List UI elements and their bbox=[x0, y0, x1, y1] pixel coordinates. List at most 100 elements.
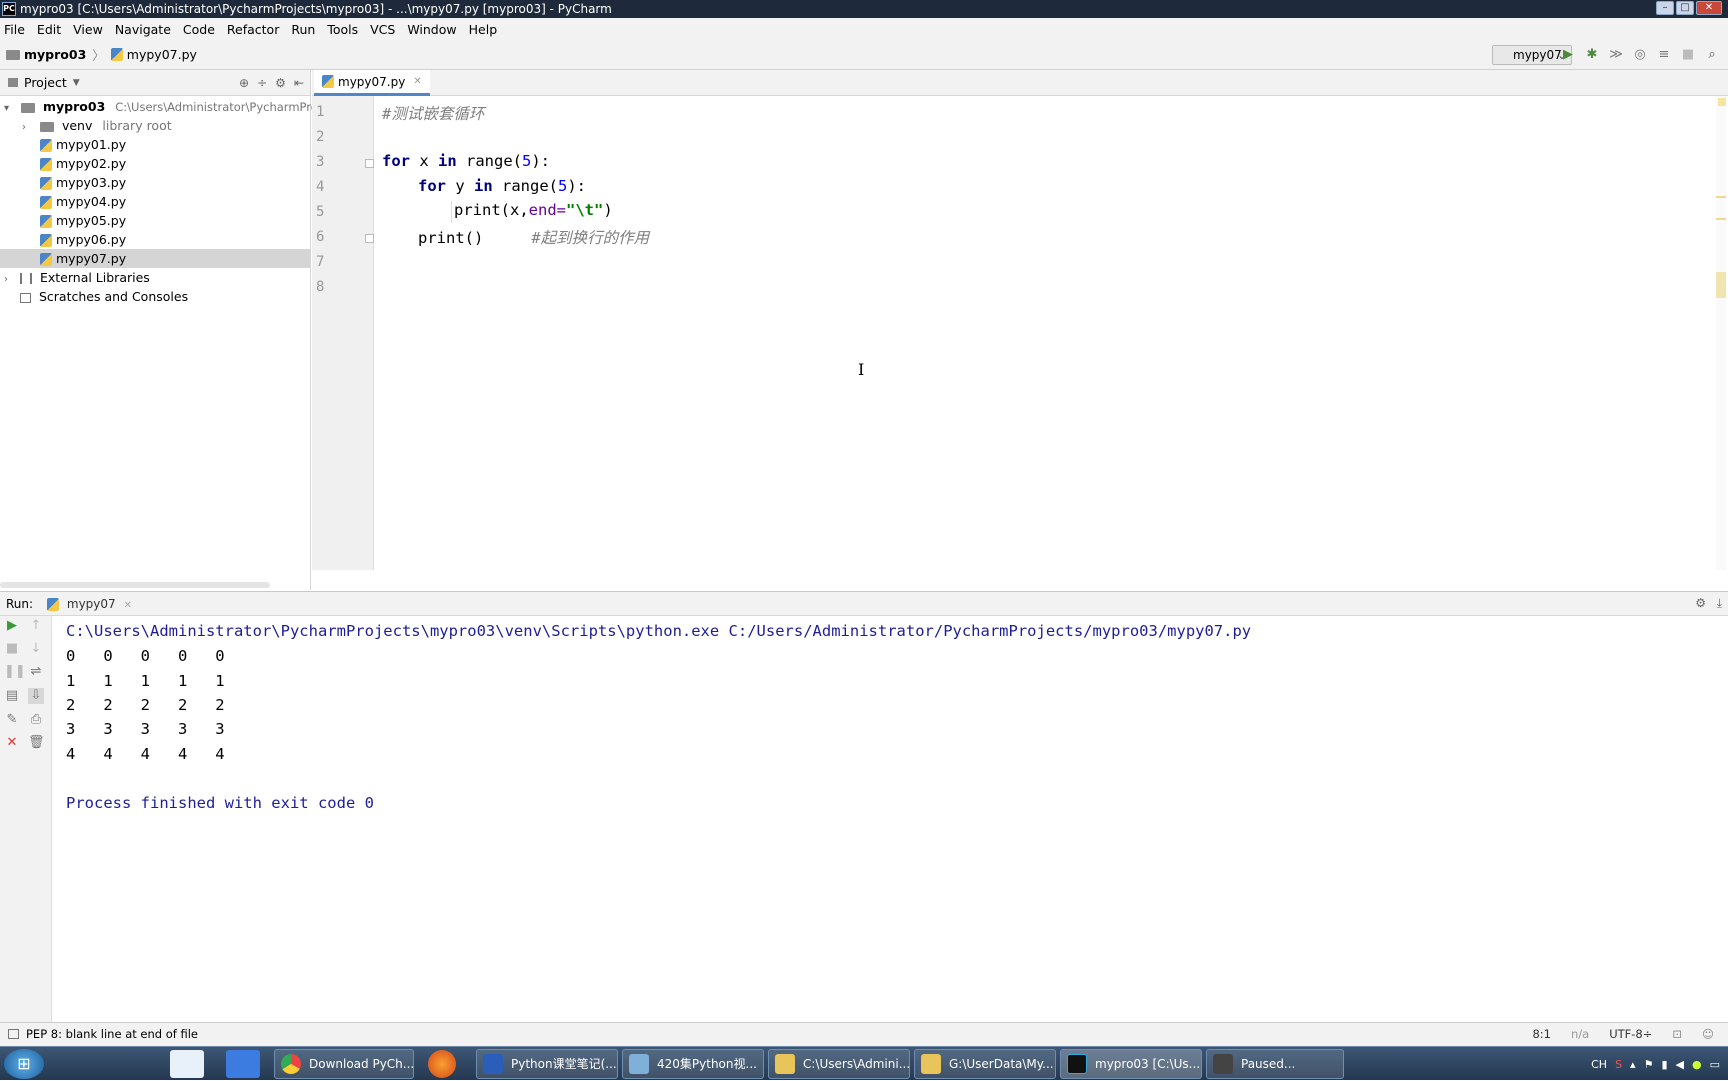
code-line-3: for x in range(5): bbox=[382, 152, 551, 170]
menu-code[interactable]: Code bbox=[183, 22, 215, 37]
caret-position[interactable]: 8:1 bbox=[1532, 1023, 1551, 1045]
python-file-icon bbox=[40, 196, 52, 209]
chevron-down-icon[interactable]: ▼ bbox=[73, 78, 80, 88]
breadcrumb-file[interactable]: mypy07.py bbox=[127, 47, 197, 62]
tool-windows-icon[interactable] bbox=[8, 1029, 19, 1039]
run-console[interactable]: C:\Users\Administrator\PycharmProjects\m… bbox=[53, 616, 1728, 1022]
sogou-icon[interactable]: S bbox=[1615, 1058, 1622, 1071]
tree-item-file[interactable]: mypy02.py bbox=[0, 154, 310, 173]
concurrency-icon[interactable]: ≡ bbox=[1656, 47, 1672, 63]
tree-item-label: mypy01.py bbox=[56, 137, 127, 152]
menu-tools[interactable]: Tools bbox=[327, 22, 358, 37]
up-arrow-icon[interactable]: ↑ bbox=[28, 618, 44, 634]
tree-item-file[interactable]: mypy03.py bbox=[0, 173, 310, 192]
gear-icon[interactable]: ⚙ bbox=[1695, 596, 1706, 610]
taskbar-item-pycharm[interactable]: mypro03 [C:\Us... bbox=[1060, 1049, 1202, 1079]
warning-marker-icon[interactable] bbox=[1716, 196, 1726, 198]
restore-layout-icon[interactable]: ▤ bbox=[4, 688, 20, 704]
gear-icon[interactable]: ⚙ bbox=[275, 76, 286, 90]
coverage-icon[interactable]: ≫ bbox=[1608, 47, 1624, 63]
tree-item-file[interactable]: mypy01.py bbox=[0, 135, 310, 154]
menu-refactor[interactable]: Refactor bbox=[227, 22, 279, 37]
run-icon[interactable]: ▶ bbox=[1560, 47, 1576, 63]
maximize-button[interactable]: □ bbox=[1676, 1, 1694, 15]
run-tab[interactable]: mypy07 ✕ bbox=[47, 597, 132, 611]
fold-icon[interactable] bbox=[365, 234, 374, 243]
line-number: 3 bbox=[316, 154, 325, 170]
hide-panel-icon[interactable]: ⤓ bbox=[1717, 596, 1722, 611]
error-stripe[interactable] bbox=[1716, 96, 1726, 570]
folder-icon bbox=[921, 1054, 941, 1074]
input-language[interactable]: CH bbox=[1591, 1058, 1607, 1071]
volume-icon[interactable]: ◀ bbox=[1676, 1058, 1684, 1071]
file-encoding[interactable]: UTF-8÷ bbox=[1609, 1023, 1652, 1045]
python-file-icon bbox=[40, 215, 52, 228]
inspector-icon[interactable]: ☺ bbox=[1702, 1023, 1714, 1045]
close-tab-icon[interactable]: ✕ bbox=[413, 70, 421, 94]
taskbar-item-recorder[interactable]: Paused... bbox=[1206, 1049, 1344, 1079]
tree-item-file[interactable]: mypy04.py bbox=[0, 192, 310, 211]
action-center-icon[interactable]: ▭ bbox=[1710, 1058, 1720, 1071]
menu-edit[interactable]: Edit bbox=[37, 22, 61, 37]
firefox-icon[interactable] bbox=[428, 1050, 456, 1078]
tray-menu-icon[interactable]: ▴ bbox=[1630, 1058, 1636, 1071]
feishu-icon[interactable] bbox=[226, 1050, 260, 1078]
tree-item-file[interactable]: mypy05.py bbox=[0, 211, 310, 230]
menu-view[interactable]: View bbox=[73, 22, 103, 37]
warning-marker-icon[interactable] bbox=[1718, 98, 1726, 106]
stop-icon[interactable]: ■ bbox=[1680, 47, 1696, 63]
tree-item-external-libraries[interactable]: › External Libraries bbox=[0, 268, 310, 287]
project-panel-title[interactable]: Project bbox=[24, 75, 67, 90]
line-separator[interactable]: n/a bbox=[1571, 1023, 1589, 1045]
start-button-icon[interactable]: ⊞ bbox=[4, 1049, 44, 1079]
pause-icon[interactable]: ❚❚ bbox=[4, 664, 26, 680]
warning-marker-icon[interactable] bbox=[1716, 272, 1726, 298]
breadcrumb-project[interactable]: mypro03 bbox=[24, 47, 86, 62]
trash-icon[interactable]: 🗑 bbox=[28, 735, 45, 751]
taskbar-item-explorer[interactable]: C:\Users\Admini... bbox=[768, 1049, 910, 1079]
tree-item-file-selected[interactable]: mypy07.py bbox=[0, 249, 310, 268]
close-run-icon[interactable]: ✕ bbox=[4, 735, 20, 751]
menu-navigate[interactable]: Navigate bbox=[115, 22, 171, 37]
locate-icon[interactable]: ⊕ bbox=[239, 76, 249, 90]
fold-icon[interactable] bbox=[365, 159, 374, 168]
horizontal-scrollbar[interactable] bbox=[0, 582, 270, 588]
baidu-netdisk-icon[interactable] bbox=[170, 1050, 204, 1078]
folder-icon bbox=[6, 49, 20, 60]
taskbar-item-word[interactable]: Python课堂笔记(... bbox=[476, 1049, 618, 1079]
status-icon[interactable]: ● bbox=[1692, 1058, 1702, 1071]
profile-icon[interactable]: ◎ bbox=[1632, 47, 1648, 63]
network-icon[interactable]: ▮ bbox=[1661, 1058, 1667, 1071]
close-button[interactable]: ✕ bbox=[1696, 1, 1722, 15]
stop-icon[interactable]: ■ bbox=[4, 641, 20, 657]
rerun-icon[interactable]: ▶ bbox=[4, 618, 20, 634]
tab-mypy07[interactable]: mypy07.py ✕ bbox=[314, 70, 430, 96]
taskbar-item-notes[interactable]: 420集Python视... bbox=[622, 1049, 764, 1079]
close-tab-icon[interactable]: ✕ bbox=[124, 600, 132, 611]
menu-help[interactable]: Help bbox=[469, 22, 498, 37]
menu-file[interactable]: File bbox=[4, 22, 25, 37]
code-editor[interactable]: #测试嵌套循环 for x in range(5): for y in rang… bbox=[375, 96, 1728, 570]
tree-item-venv[interactable]: › venv library root bbox=[0, 116, 310, 135]
hide-icon[interactable]: ⇤ bbox=[294, 76, 304, 90]
soft-wrap-icon[interactable]: ⇌ bbox=[28, 664, 44, 680]
minimize-button[interactable]: – bbox=[1656, 1, 1674, 15]
taskbar-item-chrome[interactable]: Download PyCh... bbox=[274, 1049, 414, 1079]
lock-icon[interactable]: ⊡ bbox=[1672, 1023, 1682, 1045]
tree-item-file[interactable]: mypy06.py bbox=[0, 230, 310, 249]
tree-root-mypro03[interactable]: ▾ mypro03 C:\Users\Administrator\Pycharm… bbox=[0, 97, 360, 116]
notification-icon[interactable]: ⚑ bbox=[1644, 1058, 1654, 1071]
debug-icon[interactable]: ✱ bbox=[1584, 47, 1600, 63]
collapse-icon[interactable]: ÷ bbox=[257, 76, 267, 90]
tree-item-scratches[interactable]: Scratches and Consoles bbox=[0, 287, 310, 306]
pin-icon[interactable]: ✎ bbox=[4, 712, 20, 728]
menu-run[interactable]: Run bbox=[291, 22, 315, 37]
print-icon[interactable]: ⎙ bbox=[28, 712, 44, 728]
search-icon[interactable]: ⌕ bbox=[1704, 47, 1720, 63]
down-arrow-icon[interactable]: ↓ bbox=[28, 641, 44, 657]
warning-marker-icon[interactable] bbox=[1716, 218, 1726, 220]
menu-window[interactable]: Window bbox=[407, 22, 456, 37]
scroll-to-end-icon[interactable]: ⇩ bbox=[28, 688, 44, 704]
taskbar-item-explorer-2[interactable]: G:\UserData\My... bbox=[914, 1049, 1056, 1079]
menu-vcs[interactable]: VCS bbox=[370, 22, 395, 37]
